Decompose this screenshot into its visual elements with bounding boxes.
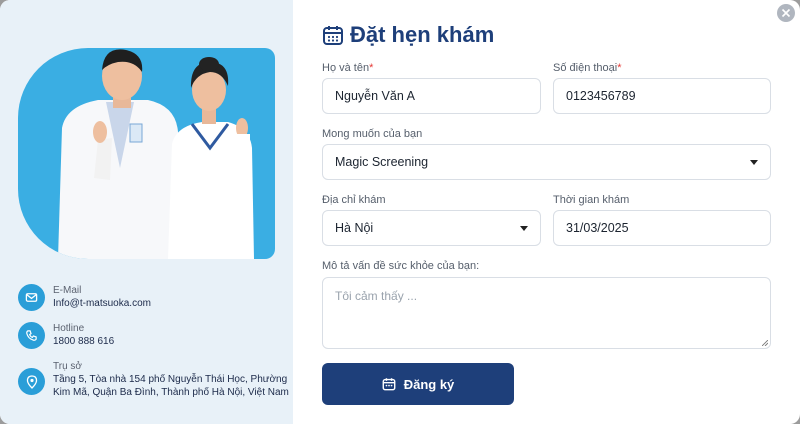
close-icon [781, 8, 791, 18]
info-panel: E-Mail Info@t-matsuoka.com Hotline 1800 … [0, 0, 293, 424]
submit-label: Đăng ký [403, 376, 455, 392]
resize-handle-icon[interactable] [762, 340, 768, 346]
mail-icon [18, 284, 45, 311]
address-select[interactable]: Hà Nội [322, 210, 541, 246]
hotline-value[interactable]: 1800 888 616 [53, 336, 114, 349]
email-value[interactable]: Info@t-matsuoka.com [53, 298, 151, 311]
required-mark: * [617, 62, 622, 74]
contact-hotline: Hotline 1800 888 616 [18, 322, 114, 349]
address-select-value: Hà Nội [335, 221, 374, 235]
date-field[interactable]: 31/03/2025 [553, 210, 771, 246]
doctors-illustration [58, 49, 254, 259]
location-pin-icon [18, 368, 45, 395]
name-label: Họ và tên* [322, 62, 373, 74]
contact-office: Trụ sở Tầng 5, Tòa nhà 154 phố Nguyễn Th… [18, 360, 295, 399]
chevron-down-icon [520, 226, 528, 231]
wish-label: Mong muốn của bạn [322, 128, 423, 140]
contact-email: E-Mail Info@t-matsuoka.com [18, 284, 151, 311]
chevron-down-icon [750, 160, 758, 165]
close-button[interactable] [777, 4, 795, 22]
phone-label-text: Số điện thoại [553, 62, 618, 74]
office-value: Tầng 5, Tòa nhà 154 phố Nguyễn Thái Học,… [53, 374, 289, 398]
office-label: Trụ sở [53, 361, 82, 372]
description-textarea[interactable]: Tôi cảm thấy ... [322, 277, 771, 349]
phone-label: Số điện thoại* [553, 62, 622, 74]
email-label: E-Mail [53, 285, 82, 296]
hotline-label: Hotline [53, 323, 85, 334]
phone-icon [18, 322, 45, 349]
address-label: Địa chỉ khám [322, 194, 386, 206]
required-mark: * [369, 62, 374, 74]
doctors-photo [18, 48, 275, 259]
name-field[interactable]: Nguyễn Văn A [322, 78, 541, 114]
wish-select[interactable]: Magic Screening [322, 144, 771, 180]
name-label-text: Họ và tên [322, 62, 370, 74]
wish-select-value: Magic Screening [335, 155, 429, 169]
booking-modal: E-Mail Info@t-matsuoka.com Hotline 1800 … [0, 0, 800, 424]
calendar-icon [323, 26, 343, 45]
submit-button[interactable]: Đăng ký [322, 363, 514, 405]
calendar-icon [382, 378, 396, 391]
time-label: Thời gian khám [553, 194, 630, 206]
form-header: Đặt hẹn khám [322, 22, 494, 48]
form-title: Đặt hẹn khám [350, 22, 495, 47]
description-placeholder: Tôi cảm thấy ... [335, 289, 418, 303]
description-label: Mô tả vấn đề sức khỏe của bạn: [322, 260, 480, 272]
phone-field[interactable]: 0123456789 [553, 78, 771, 114]
